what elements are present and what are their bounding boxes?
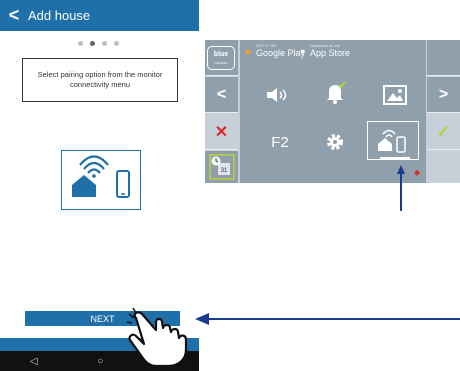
pager-dots [78, 41, 119, 46]
play-icon: ▶ [246, 47, 253, 56]
brand-logo: blue GOLMAR [207, 46, 235, 70]
divider [427, 75, 460, 76]
nav-home-icon[interactable]: ○ [97, 356, 103, 367]
cancel-button[interactable]: ✕ [205, 114, 238, 149]
app-bar: < Add house [0, 0, 199, 31]
gear-icon[interactable] [317, 127, 353, 157]
image-icon[interactable] [377, 80, 413, 110]
instruction-text: Select pairing option from the monitor c… [37, 69, 163, 89]
pager-dot-active [90, 41, 95, 46]
close-icon: ✕ [214, 123, 229, 141]
selection-underline [380, 157, 410, 159]
check-icon: ✓ [436, 123, 451, 141]
wifi-status-icon: ◆ [414, 168, 421, 177]
monitor-screen: blue GOLMAR < ✕ 31 ▶ GET IT ON Google Pl… [205, 40, 460, 183]
back-button[interactable]: < [0, 0, 28, 31]
speaker-icon[interactable] [262, 80, 298, 110]
divider [205, 112, 238, 113]
calendar-clock-icon: 31 [208, 154, 235, 180]
svg-text:31: 31 [220, 168, 227, 174]
pager-dot [102, 41, 107, 46]
logo-cell: blue GOLMAR [205, 40, 238, 75]
phone-screen: < Add house Select pairing option from t… [0, 0, 199, 371]
page-title: Add house [28, 8, 91, 23]
pointing-hand-icon [126, 307, 188, 366]
monitor-prev-button[interactable]: < [205, 77, 238, 112]
monitor-menu: ▶ GET IT ON Google Play ● Download on th… [240, 40, 426, 183]
f2-button[interactable]: F2 [262, 127, 298, 157]
divider [205, 75, 238, 76]
up-arrow-icon [397, 165, 405, 211]
divider [205, 149, 238, 150]
apple-icon: ● [300, 46, 306, 56]
selected-highlight [367, 121, 419, 160]
instruction-box: Select pairing option from the monitor c… [22, 58, 178, 102]
confirm-button[interactable]: ✓ [427, 114, 460, 149]
nav-back-icon[interactable]: ◁ [30, 356, 38, 367]
right-bottom-cell [427, 151, 460, 183]
pager-dot [114, 41, 119, 46]
house-wifi-phone-icon [72, 155, 130, 198]
divider [427, 112, 460, 113]
bell-icon[interactable] [317, 78, 353, 108]
left-arrow-icon [195, 313, 460, 325]
pairing-illustration [61, 150, 141, 210]
pager-dot [78, 41, 83, 46]
monitor-next-button[interactable]: > [427, 77, 460, 112]
divider [427, 149, 460, 150]
calendar-cell[interactable]: 31 [205, 151, 238, 183]
right-top-cell [427, 40, 460, 75]
